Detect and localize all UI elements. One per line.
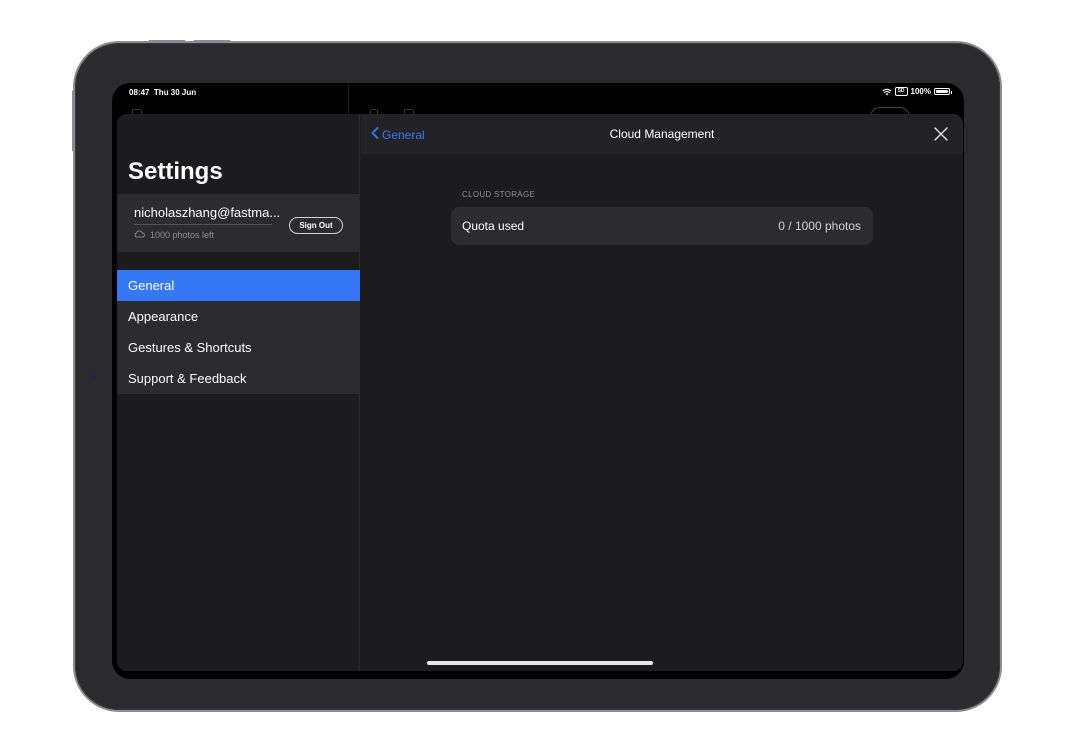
account-quota: 1000 photos left xyxy=(134,230,214,240)
section-header-cloud-storage: CLOUD STORAGE xyxy=(462,190,536,199)
sidebar-item-gestures-shortcuts[interactable]: Gestures & Shortcuts xyxy=(117,332,360,363)
quota-used-value: 0 / 1000 photos xyxy=(778,219,861,233)
close-icon xyxy=(934,127,948,141)
battery-icon xyxy=(934,88,952,95)
status-indicators: SD 100% xyxy=(881,87,952,96)
detail-pane: General Cloud Management CLOUD STORAGE Q… xyxy=(361,114,963,671)
page-title: Cloud Management xyxy=(609,127,715,141)
settings-sidebar: Settings nicholaszhang@fastma... 1000 ph… xyxy=(117,114,360,671)
account-divider xyxy=(134,224,272,225)
status-bar: 08:47 Thu 30 Jun SD 100% xyxy=(112,83,964,103)
ipad-screen: 08:47 Thu 30 Jun SD 100% Settings nichol… xyxy=(112,83,964,679)
sign-out-button[interactable]: Sign Out xyxy=(289,217,343,234)
detail-navbar: General Cloud Management xyxy=(361,114,963,154)
home-indicator[interactable] xyxy=(427,661,653,665)
sd-card-badge: SD xyxy=(894,87,908,96)
status-time: 08:47 xyxy=(129,88,150,97)
account-card: nicholaszhang@fastma... 1000 photos left… xyxy=(117,194,360,252)
front-camera xyxy=(91,374,97,380)
sidebar-item-support-feedback[interactable]: Support & Feedback xyxy=(117,363,360,394)
sidebar-item-general[interactable]: General xyxy=(117,270,360,301)
wifi-icon xyxy=(881,88,892,96)
settings-modal-sheet: Settings nicholaszhang@fastma... 1000 ph… xyxy=(117,114,963,671)
sidebar-nav: General Appearance Gestures & Shortcuts … xyxy=(117,270,360,394)
quota-used-label: Quota used xyxy=(462,219,525,233)
status-date: Thu 30 Jun xyxy=(153,88,197,97)
battery-percent: 100% xyxy=(910,87,931,96)
close-button[interactable] xyxy=(933,126,949,142)
cloud-icon xyxy=(134,230,145,240)
sidebar-title: Settings xyxy=(128,158,223,185)
account-email: nicholaszhang@fastma... xyxy=(134,205,281,220)
sidebar-item-appearance[interactable]: Appearance xyxy=(117,301,360,332)
quota-used-row: Quota used 0 / 1000 photos xyxy=(451,207,873,245)
account-quota-label: 1000 photos left xyxy=(150,230,215,240)
status-time-date: 08:47 Thu 30 Jun xyxy=(129,88,196,97)
